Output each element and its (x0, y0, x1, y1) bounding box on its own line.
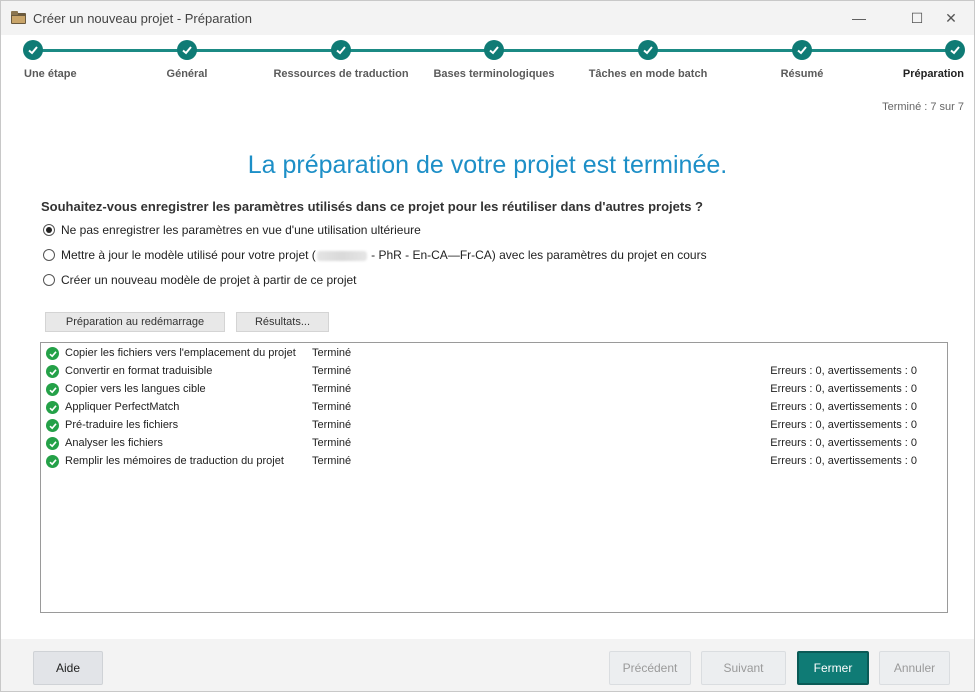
task-name: Appliquer PerfectMatch (65, 401, 180, 413)
step-label-taches-batch: Tâches en mode batch (588, 68, 708, 80)
success-check-icon (46, 401, 59, 414)
task-row: Copier vers les langues cible Terminé Er… (41, 380, 947, 398)
task-row: Appliquer PerfectMatch Terminé Erreurs :… (41, 398, 947, 416)
step-label-preparation: Préparation (902, 68, 964, 80)
success-check-icon (46, 365, 59, 378)
dialog-footer: Aide Précédent Suivant Fermer Annuler (1, 639, 974, 691)
task-status: Terminé (312, 347, 352, 359)
checkmark-icon (336, 46, 346, 55)
radio-button[interactable] (43, 274, 55, 286)
success-check-icon (46, 419, 59, 432)
task-status: Terminé (312, 437, 352, 449)
step-label-bases-terminologiques: Bases terminologiques (433, 68, 555, 80)
step-label-resume: Résumé (780, 68, 824, 80)
restart-preparation-button[interactable]: Préparation au redémarrage (45, 312, 225, 332)
checkmark-icon (489, 46, 499, 55)
task-name: Analyser les fichiers (65, 437, 163, 449)
radio-label: Créer un nouveau modèle de projet à part… (61, 273, 357, 287)
step-label-general: Général (166, 68, 208, 80)
step-dot-1 (23, 40, 43, 60)
step-label-une-etape: Une étape (24, 68, 77, 80)
task-row: Convertir en format traduisible Terminé … (41, 362, 947, 380)
radio-option-no-save[interactable]: Ne pas enregistrer les paramètres en vue… (43, 223, 421, 237)
next-button[interactable]: Suivant (701, 651, 786, 685)
close-button[interactable]: Fermer (797, 651, 869, 685)
task-status: Terminé (312, 455, 352, 467)
dialog-window: Créer un nouveau projet - Préparation — … (0, 0, 975, 692)
radio-label: Mettre à jour le modèle utilisé pour vot… (61, 248, 707, 262)
step-dot-5 (638, 40, 658, 60)
task-name: Copier les fichiers vers l'emplacement d… (65, 347, 296, 359)
radio-button[interactable] (43, 224, 55, 236)
task-name: Pré-traduire les fichiers (65, 419, 179, 431)
close-window-button[interactable]: ✕ (928, 1, 974, 35)
task-name: Copier vers les langues cible (65, 383, 206, 395)
step-dot-4 (484, 40, 504, 60)
step-dot-2 (177, 40, 197, 60)
step-dot-3 (331, 40, 351, 60)
radio-option-update-template[interactable]: Mettre à jour le modèle utilisé pour vot… (43, 248, 707, 262)
checkmark-icon (797, 46, 807, 55)
previous-button[interactable]: Précédent (609, 651, 691, 685)
success-check-icon (46, 437, 59, 450)
task-errors: Erreurs : 0, avertissements : 0 (770, 437, 917, 449)
results-button[interactable]: Résultats... (236, 312, 329, 332)
success-check-icon (46, 455, 59, 468)
task-errors: Erreurs : 0, avertissements : 0 (770, 383, 917, 395)
radio-label-part-2: - PhR - En-CA—Fr-CA) avec les paramètres… (367, 248, 707, 262)
task-row: Pré-traduire les fichiers Terminé Erreur… (41, 416, 947, 434)
step-dot-6 (792, 40, 812, 60)
window-title: Créer un nouveau projet - Préparation (33, 11, 252, 26)
task-name: Remplir les mémoires de traduction du pr… (65, 455, 284, 467)
radio-button[interactable] (43, 249, 55, 261)
task-status: Terminé (312, 383, 352, 395)
maximize-icon: ☐ (910, 9, 924, 26)
folder-icon (11, 11, 26, 24)
minimize-icon: — (852, 10, 866, 26)
task-status: Terminé (312, 365, 352, 377)
checkmark-icon (950, 46, 960, 55)
radio-label: Ne pas enregistrer les paramètres en vue… (61, 223, 421, 237)
success-check-icon (46, 347, 59, 360)
radio-option-new-template[interactable]: Créer un nouveau modèle de projet à part… (43, 273, 357, 287)
checkmark-icon (28, 46, 38, 55)
step-label-ressources: Ressources de traduction (273, 68, 409, 80)
task-row: Remplir les mémoires de traduction du pr… (41, 452, 947, 470)
radio-label-part-1: Mettre à jour le modèle utilisé pour vot… (61, 248, 316, 262)
task-errors: Erreurs : 0, avertissements : 0 (770, 419, 917, 431)
help-button[interactable]: Aide (33, 651, 103, 685)
task-row: Analyser les fichiers Terminé Erreurs : … (41, 434, 947, 452)
page-heading: La préparation de votre projet est termi… (247, 151, 728, 179)
wizard-stepper: Une étape Général Ressources de traducti… (1, 35, 974, 95)
save-settings-question: Souhaitez-vous enregistrer les paramètre… (41, 199, 703, 214)
step-dot-7 (945, 40, 965, 60)
task-status: Terminé (312, 401, 352, 413)
task-name: Convertir en format traduisible (65, 365, 213, 377)
task-errors: Erreurs : 0, avertissements : 0 (770, 455, 917, 467)
title-bar[interactable]: Créer un nouveau projet - Préparation — … (1, 1, 974, 35)
close-icon: ✕ (945, 9, 957, 26)
success-check-icon (46, 383, 59, 396)
minimize-button[interactable]: — (836, 1, 882, 35)
cancel-button[interactable]: Annuler (879, 651, 950, 685)
task-status: Terminé (312, 419, 352, 431)
checkmark-icon (182, 46, 192, 55)
step-progress-text: Terminé : 7 sur 7 (882, 101, 964, 113)
checkmark-icon (643, 46, 653, 55)
task-errors: Erreurs : 0, avertissements : 0 (770, 365, 917, 377)
task-row: Copier les fichiers vers l'emplacement d… (41, 344, 947, 362)
task-results-list[interactable]: Copier les fichiers vers l'emplacement d… (40, 342, 948, 613)
redacted-template-name (316, 250, 367, 261)
task-errors: Erreurs : 0, avertissements : 0 (770, 401, 917, 413)
